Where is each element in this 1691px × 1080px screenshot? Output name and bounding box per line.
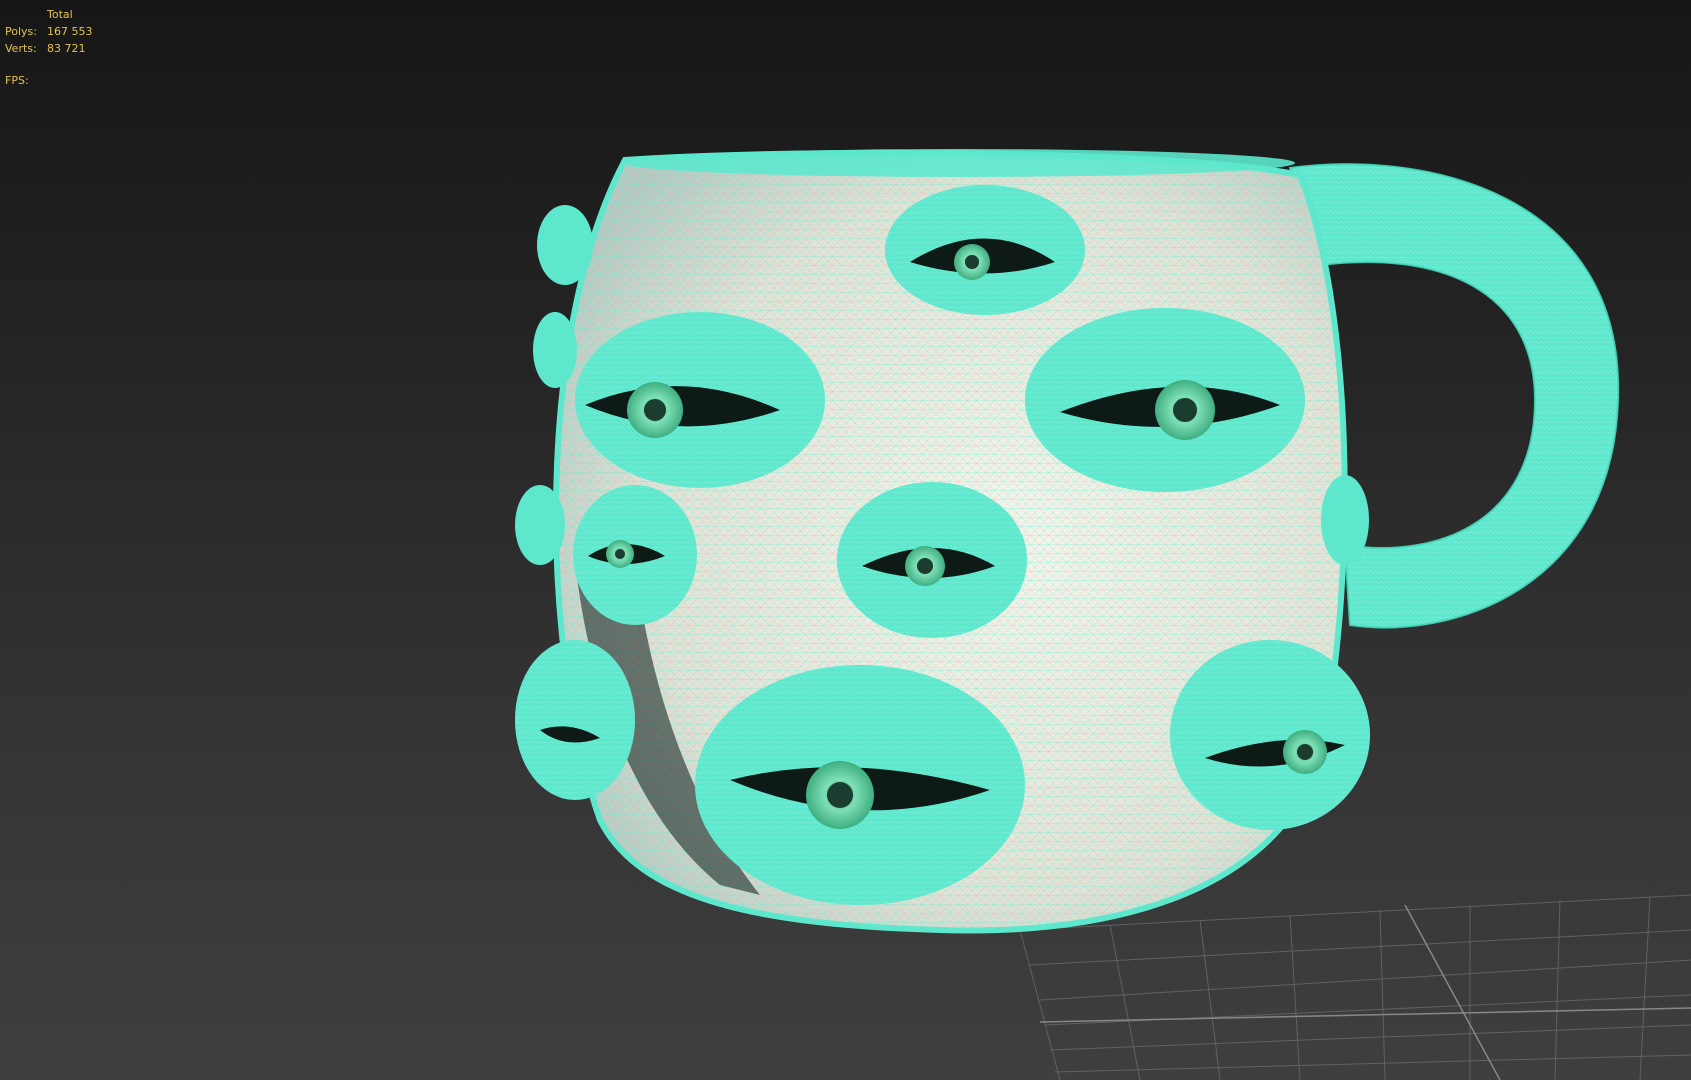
eye-lower-right bbox=[1170, 640, 1370, 830]
eye-center bbox=[837, 482, 1027, 638]
eye-middle-left-small bbox=[573, 485, 697, 625]
eye-upper-right bbox=[1025, 308, 1305, 492]
scene-canvas[interactable] bbox=[0, 0, 1691, 1080]
3d-viewport[interactable]: Total Polys: 167 553 Verts: 83 721 FPS: bbox=[0, 0, 1691, 1080]
eye-lower-center bbox=[695, 665, 1025, 905]
floor-grid bbox=[1019, 894, 1691, 1080]
eye-top-center bbox=[885, 185, 1085, 315]
eye-upper-left bbox=[575, 312, 825, 488]
eye-lower-left-edge bbox=[515, 640, 635, 800]
